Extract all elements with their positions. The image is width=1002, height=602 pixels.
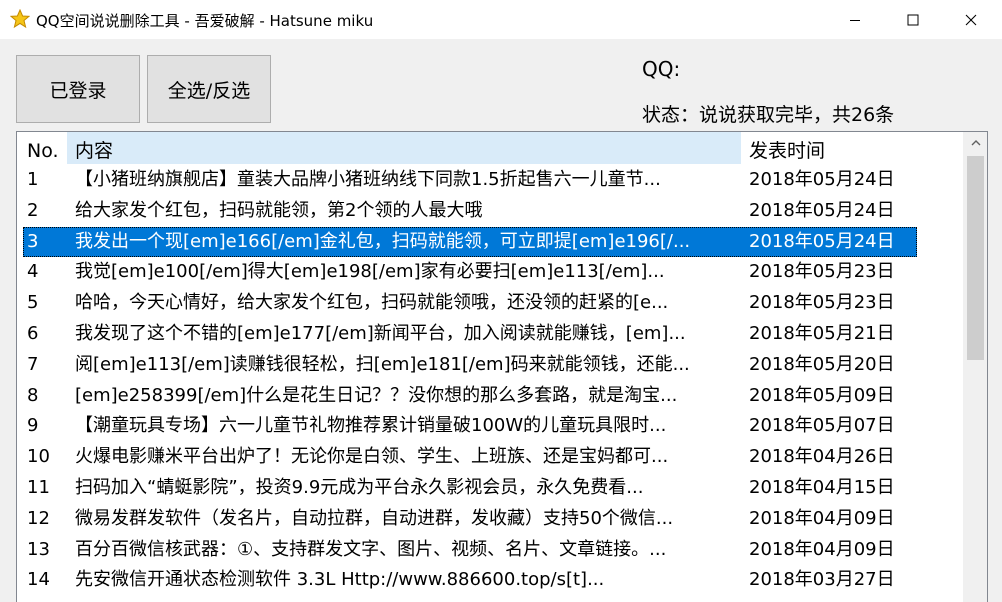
qq-label: QQ: xyxy=(642,57,681,81)
row-content: 给大家发个红包，扫码就能领，第2个领的人最大哦 xyxy=(75,199,483,221)
maximize-icon xyxy=(907,14,919,26)
status-text: 状态：说说获取完毕，共26条 xyxy=(642,104,895,126)
list-item[interactable]: 13 百分百微信核武器：①、支持群发文字、图片、视频、名片、文章链接。... 201… xyxy=(23,535,917,566)
row-time: 2018年05月24日 xyxy=(749,230,895,252)
row-content: 我发现了这个不错的[em]e177[/em]新闻平台，加入阅读就能赚钱，[em]… xyxy=(75,322,686,344)
list-item[interactable]: 2 给大家发个红包，扫码就能领，第2个领的人最大哦 2018年05月24日 xyxy=(23,196,917,227)
row-number: 7 xyxy=(27,353,39,375)
row-time: 2018年05月24日 xyxy=(749,169,895,190)
row-content: 百分百微信核武器：①、支持群发文字、图片、视频、名片、文章链接。... xyxy=(75,538,667,560)
row-number: 13 xyxy=(27,538,50,560)
row-time: 2018年05月21日 xyxy=(749,322,895,344)
list-item[interactable]: 12 微易发群发软件（发名片，自动拉群，自动进群，发收藏）支持50个微信... 20… xyxy=(23,504,917,535)
list-item[interactable]: 4 我觉[em]e100[/em]得大[em]e198[/em]家有必要扫[em]… xyxy=(23,257,917,288)
close-button[interactable] xyxy=(942,0,1000,40)
row-number: 14 xyxy=(27,569,50,591)
minimize-icon xyxy=(850,20,860,21)
list-item[interactable]: 3 我发出一个现[em]e166[/em]金礼包，扫码就能领，可立即提[em]e1… xyxy=(23,226,917,258)
row-content: 我觉[em]e100[/em]得大[em]e198[/em]家有必要扫[em]e… xyxy=(75,261,665,283)
list-item[interactable]: 8 [em]e258399[/em]什么是花生日记？？没你想的那么多套路，就是淘宝… xyxy=(23,381,917,412)
client-area: 已登录 全选/反选 QQ: 状态：说说获取完毕，共26条 No. 内容 发表时间… xyxy=(0,40,1002,602)
row-content: 微易发群发软件（发名片，自动拉群，自动进群，发收藏）支持50个微信... xyxy=(75,507,674,529)
select-all-toggle-button[interactable]: 全选/反选 xyxy=(147,55,271,123)
list-item[interactable]: 10 火爆电影赚米平台出炉了！无论你是白领、学生、上班族、还是宝妈都可... 201… xyxy=(23,442,917,473)
list-item[interactable]: 5 哈哈，今天心情好，给大家发个红包，扫码就能领哦，还没领的赶紧的[e... 201… xyxy=(23,288,917,319)
list-item[interactable]: 1 【小猪班纳旗舰店】童装大品牌小猪班纳线下同款1.5折起售六一儿童节... 201… xyxy=(23,165,917,196)
row-number: 9 xyxy=(27,415,39,437)
list-item[interactable]: 7 阅[em]e113[/em]读赚钱很轻松，扫[em]e181[/em]码来就能… xyxy=(23,350,917,381)
column-header-no[interactable]: No. xyxy=(27,132,67,164)
list-item[interactable]: 9 【潮童玩具专场】六一儿童节礼物推荐累计销量破100W的儿童玩具限时... 201… xyxy=(23,411,917,442)
row-number: 11 xyxy=(27,476,50,498)
row-number: 12 xyxy=(27,507,50,529)
row-number: 1 xyxy=(27,169,39,190)
row-content: 哈哈，今天心情好，给大家发个红包，扫码就能领哦，还没领的赶紧的[e... xyxy=(75,292,669,314)
scroll-thumb[interactable] xyxy=(967,156,984,360)
row-time: 2018年05月23日 xyxy=(749,292,895,314)
row-time: 2018年05月23日 xyxy=(749,261,895,283)
posts-list[interactable]: No. 内容 发表时间 1 【小猪班纳旗舰店】童装大品牌小猪班纳线下同款1.5折起… xyxy=(16,131,988,602)
scroll-up-button[interactable] xyxy=(963,132,987,154)
login-button[interactable]: 已登录 xyxy=(16,55,140,123)
row-content: [em]e258399[/em]什么是花生日记？？没你想的那么多套路，就是淘宝.… xyxy=(75,384,678,406)
star-icon xyxy=(10,9,30,29)
column-header-time[interactable]: 发表时间 xyxy=(741,132,961,164)
close-icon xyxy=(965,14,977,26)
title-bar: QQ空间说说删除工具 - 吾爱破解 - Hatsune miku xyxy=(0,0,1002,40)
window-title: QQ空间说说删除工具 - 吾爱破解 - Hatsune miku xyxy=(36,12,374,30)
list-rows: 1 【小猪班纳旗舰店】童装大品牌小猪班纳线下同款1.5折起售六一儿童节... 201… xyxy=(23,165,917,596)
list-header: No. 内容 发表时间 xyxy=(17,132,965,164)
chevron-up-icon xyxy=(971,140,980,146)
row-content: 扫码加入“蜻蜓影院”，投资9.9元成为平台永久影视会员，永久免费看... xyxy=(75,476,644,498)
row-number: 3 xyxy=(27,230,39,252)
row-number: 4 xyxy=(27,261,39,283)
row-content: 阅[em]e113[/em]读赚钱很轻松，扫[em]e181[/em]码来就能领… xyxy=(75,353,690,375)
row-number: 5 xyxy=(27,292,39,314)
row-time: 2018年05月07日 xyxy=(749,415,895,437)
row-content: 【潮童玩具专场】六一儿童节礼物推荐累计销量破100W的儿童玩具限时... xyxy=(75,415,667,437)
list-item[interactable]: 14 先安微信开通状态检测软件 3.3L Http://www.886600.to… xyxy=(23,565,917,596)
list-item[interactable]: 6 我发现了这个不错的[em]e177[/em]新闻平台，加入阅读就能赚钱，[em… xyxy=(23,319,917,350)
row-time: 2018年05月09日 xyxy=(749,384,895,406)
maximize-button[interactable] xyxy=(884,0,942,40)
row-time: 2018年05月20日 xyxy=(749,353,895,375)
row-number: 10 xyxy=(27,446,50,468)
row-number: 8 xyxy=(27,384,39,406)
row-number: 2 xyxy=(27,199,39,221)
row-time: 2018年04月09日 xyxy=(749,538,895,560)
row-time: 2018年04月15日 xyxy=(749,476,895,498)
row-time: 2018年03月27日 xyxy=(749,569,895,591)
vertical-scrollbar[interactable] xyxy=(963,132,987,602)
row-content: 我发出一个现[em]e166[/em]金礼包，扫码就能领，可立即提[em]e19… xyxy=(75,230,691,252)
column-header-content[interactable]: 内容 xyxy=(67,132,741,164)
minimize-button[interactable] xyxy=(826,0,884,40)
row-time: 2018年04月26日 xyxy=(749,446,895,468)
row-time: 2018年05月24日 xyxy=(749,199,895,221)
row-content: 【小猪班纳旗舰店】童装大品牌小猪班纳线下同款1.5折起售六一儿童节... xyxy=(75,169,661,190)
list-item[interactable]: 11 扫码加入“蜻蜓影院”，投资9.9元成为平台永久影视会员，永久免费看... 20… xyxy=(23,473,917,504)
row-number: 6 xyxy=(27,322,39,344)
row-time: 2018年04月09日 xyxy=(749,507,895,529)
row-content: 火爆电影赚米平台出炉了！无论你是白领、学生、上班族、还是宝妈都可... xyxy=(75,446,669,468)
row-content: 先安微信开通状态检测软件 3.3L Http://www.886600.top/… xyxy=(75,569,605,591)
